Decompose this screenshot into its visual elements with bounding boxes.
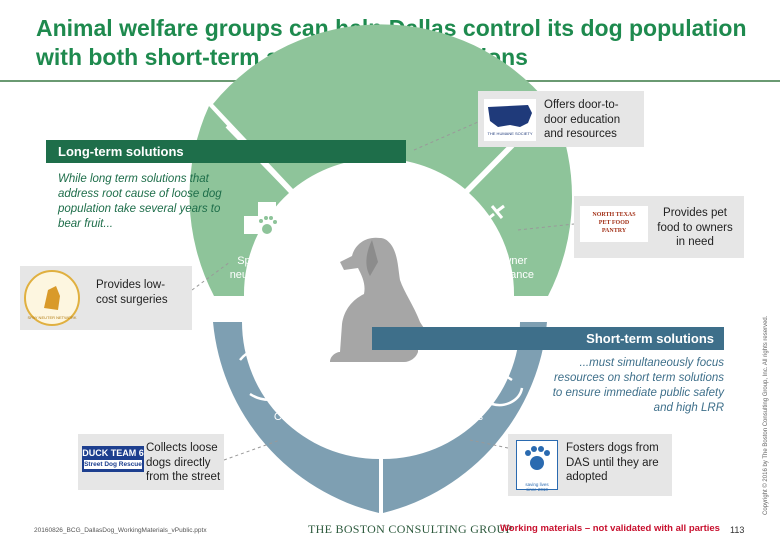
copyright-notice: Copyright © 2016 by The Boston Consultin…	[763, 315, 769, 515]
segment-label: Spay and	[237, 255, 283, 267]
callout-pantry-text: Provides pet food to owners in need	[652, 206, 738, 250]
pantry-logo-line: PET FOOD	[598, 220, 630, 226]
syringe-tip-icon	[447, 243, 457, 251]
segment-label: Pet owner	[478, 255, 528, 267]
short-term-solutions-band: Short-term solutions	[372, 327, 724, 350]
paw-print-icon	[259, 358, 282, 380]
callout-line: dogs directly	[146, 456, 211, 469]
pet-food-pantry-logo: NORTH TEXAS PET FOOD PANTRY	[580, 206, 648, 242]
duck-team-logo: DUCK TEAM 6 Street Dog Rescue	[82, 446, 144, 472]
humane-society-logo: THE HUMANE SOCIETY	[484, 99, 536, 141]
callout-line: Provides low-	[96, 279, 166, 291]
segment-label: Pet owner	[358, 183, 408, 195]
callout-line: in need	[676, 236, 714, 248]
spay-neuter-network-logo: SPAY NEUTER NETWORK	[24, 270, 80, 326]
duck-logo-line: DUCK TEAM 6	[82, 448, 144, 458]
segment-label: dogs	[344, 425, 368, 437]
callout-line: DAS until they are	[566, 456, 659, 469]
callout-line: from the street	[146, 471, 221, 483]
segment-label: and transfers	[390, 425, 455, 437]
callout-fosters-text: Fosters dogs from DAS until they are ado…	[566, 441, 659, 485]
paw-logo-icon	[525, 446, 550, 470]
footer-filename: 20160826_BCG_DallasDog_WorkingMaterials_…	[34, 527, 207, 534]
long-term-description: While long term solutions that address r…	[58, 173, 222, 230]
callout-line: Fosters dogs from	[566, 442, 659, 454]
segment-label: Increase adoptions	[390, 411, 483, 423]
page-number: 113	[730, 525, 745, 535]
callout-line: Offers door-to-	[544, 99, 619, 111]
callout-spay-text: Provides low- cost surgeries	[96, 278, 168, 307]
callout-line: and resources	[544, 128, 617, 140]
callout-line: cost surgeries	[96, 293, 168, 306]
callout-duck-text: Collects loose dogs directly from the st…	[146, 441, 220, 485]
long-term-solutions-band: Long-term solutions	[46, 140, 406, 163]
svg-text:Pet owner education: Pet owner education	[358, 183, 411, 209]
callout-line: adopted	[566, 471, 608, 483]
footer-company-logo: THE BOSTON CONSULTING GROUP	[308, 522, 513, 536]
pantry-logo-line: PANTRY	[601, 228, 627, 234]
syringe-icon	[455, 204, 505, 251]
foster-logo-line: since 2010	[526, 487, 548, 492]
humane-logo-text: THE HUMANE SOCIETY	[487, 131, 532, 136]
foster-rescue-logo: saving lives since 2010	[516, 440, 558, 492]
footer-warning: Working materials – not validated with a…	[500, 523, 720, 534]
segment-label: Collect more loose	[274, 411, 365, 423]
pantry-logo-line: NORTH TEXAS	[592, 212, 636, 218]
callout-line: food to owners	[657, 221, 733, 234]
duck-logo-line: Street Dog Rescue	[84, 460, 142, 469]
callout-line: Provides pet	[663, 207, 727, 219]
segment-label: assistance	[482, 269, 534, 281]
spay-logo-text: SPAY NEUTER NETWORK	[27, 315, 76, 320]
segment-label: education	[360, 197, 408, 209]
short-term-description: ...must simultaneously focus resources o…	[552, 357, 724, 414]
callout-line: door education	[544, 113, 621, 126]
us-map-icon: THE HUMANE SOCIETY	[487, 105, 533, 136]
segment-label: neuter efforts	[230, 269, 295, 281]
callout-humane-text: Offers door-to- door education and resou…	[544, 98, 620, 142]
dog-cat-logo-icon: SPAY NEUTER NETWORK	[27, 286, 77, 320]
callout-line: Collects loose	[146, 442, 218, 454]
